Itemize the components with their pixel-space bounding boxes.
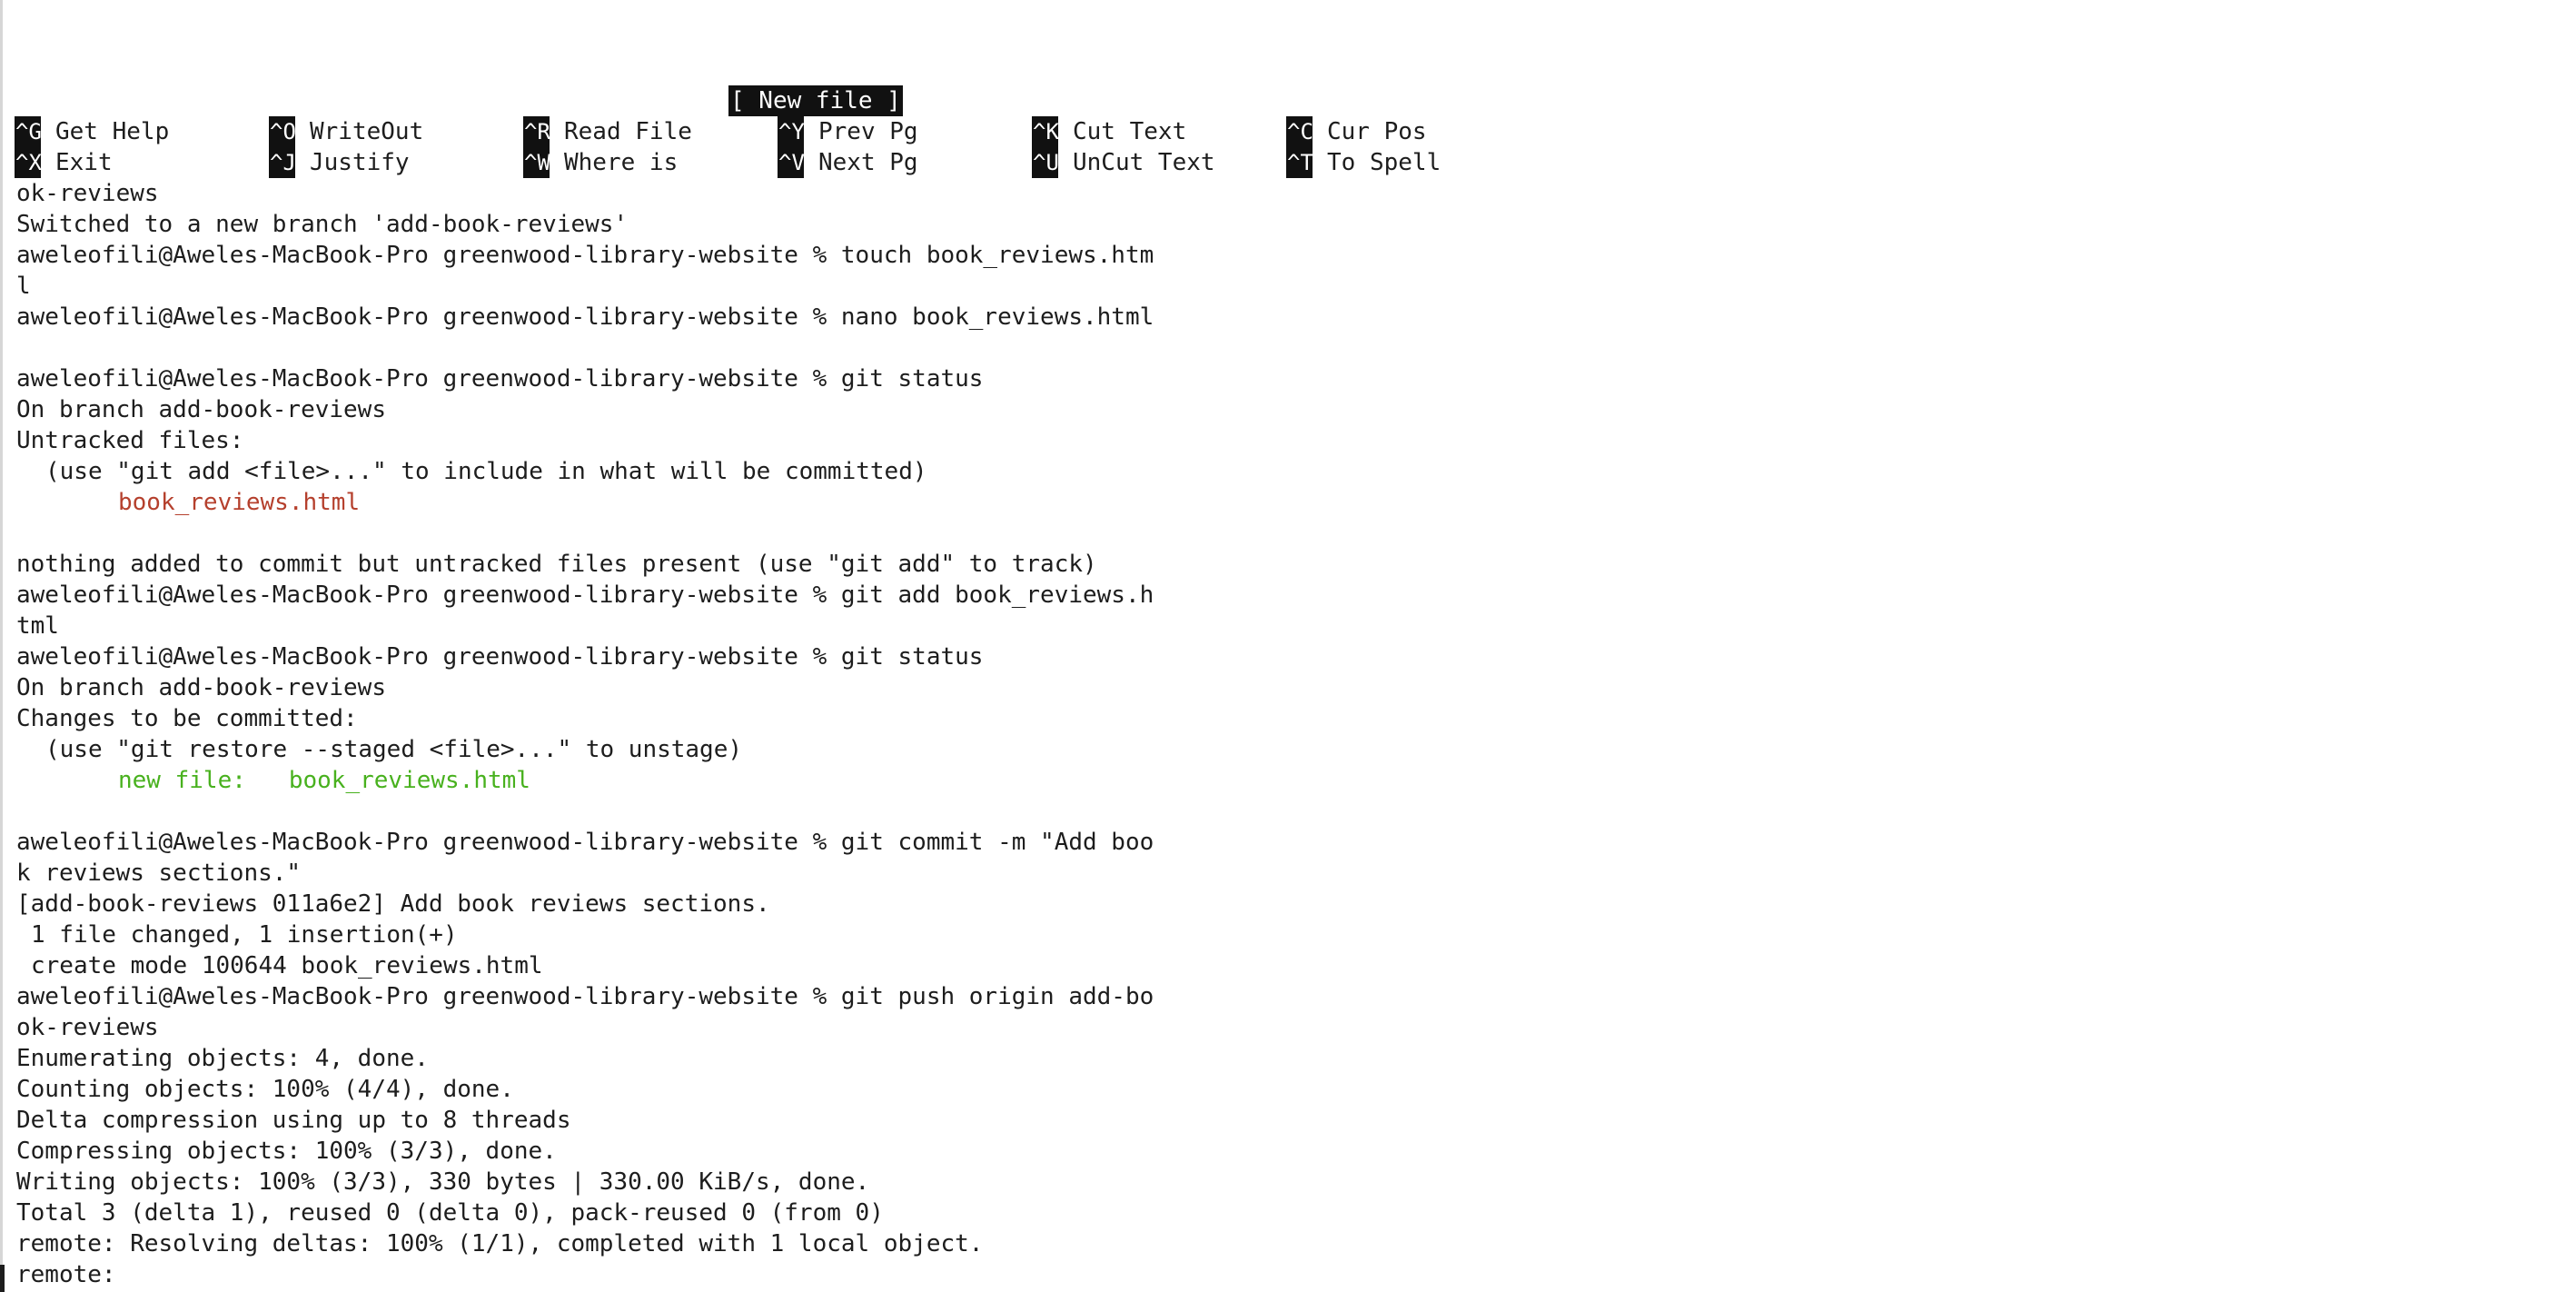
shortcut-key: ^K (1032, 116, 1058, 147)
output-line: On branch add-book-reviews (16, 674, 386, 701)
output-line: Total 3 (delta 1), reused 0 (delta 0), p… (16, 1199, 884, 1227)
shortcut-writeout: ^O WriteOut (269, 116, 423, 147)
shortcut-key: ^W (523, 147, 550, 178)
shortcut-key: ^Y (778, 116, 804, 147)
shortcut-label: WriteOut (310, 118, 424, 145)
output-line: Enumerating objects: 4, done. (16, 1045, 429, 1072)
nano-status-message: [ New file ] (728, 85, 903, 116)
output-line: Untracked files: (16, 427, 244, 454)
shortcut-exit: ^X Exit (15, 147, 113, 178)
shortcut-label: Exit (55, 149, 113, 176)
output-line: On branch add-book-reviews (16, 396, 386, 423)
output-line: ok-reviews (16, 180, 159, 207)
shortcut-key: ^G (15, 116, 41, 147)
output-line: tml (16, 612, 59, 640)
shortcut-label: To Spell (1327, 149, 1442, 176)
command-line: aweleofili@Aweles-MacBook-Pro greenwood-… (16, 983, 1154, 1010)
window-left-edge (0, 0, 3, 1292)
output-line: nothing added to commit but untracked fi… (16, 551, 1097, 578)
output-line: remote: Resolving deltas: 100% (1/1), co… (16, 1230, 984, 1257)
shortcut-key: ^U (1032, 147, 1058, 178)
shortcut-label: UnCut Text (1073, 149, 1215, 176)
shortcut-label: Read File (564, 118, 692, 145)
command-line: aweleofili@Aweles-MacBook-Pro greenwood-… (16, 829, 1154, 856)
output-line: 1 file changed, 1 insertion(+) (31, 921, 458, 949)
shortcut-label: Prev Pg (818, 118, 918, 145)
shortcut-label: Cur Pos (1327, 118, 1427, 145)
shortcut-key: ^R (523, 116, 550, 147)
shortcut-get-help: ^G Get Help (15, 116, 169, 147)
output-line: Counting objects: 100% (4/4), done. (16, 1076, 514, 1103)
output-line: Switched to a new branch 'add-book-revie… (16, 211, 629, 238)
shortcut-key: ^T (1286, 147, 1313, 178)
shortcut-key: ^J (269, 147, 295, 178)
shortcut-key: ^C (1286, 116, 1313, 147)
shortcut-key: ^X (15, 147, 41, 178)
output-line: Delta compression using up to 8 threads (16, 1107, 571, 1134)
output-line: Compressing objects: 100% (3/3), done. (16, 1138, 557, 1165)
shortcut-key: ^O (269, 116, 295, 147)
untracked-file: book_reviews.html (118, 489, 361, 516)
output-line: k reviews sections." (16, 860, 302, 887)
shortcut-cut-text: ^K Cut Text (1032, 116, 1186, 147)
shortcut-justify: ^J Justify (269, 147, 410, 178)
output-line: (use "git add <file>..." to include in w… (45, 458, 927, 485)
shortcut-uncut-text: ^U UnCut Text (1032, 147, 1215, 178)
command-line: aweleofili@Aweles-MacBook-Pro greenwood-… (16, 242, 1154, 269)
command-line: aweleofili@Aweles-MacBook-Pro greenwood-… (16, 643, 984, 671)
output-line: remote: (16, 1261, 116, 1288)
output-line: ok-reviews (16, 1014, 159, 1041)
shortcut-read-file: ^R Read File (523, 116, 692, 147)
command-line: aweleofili@Aweles-MacBook-Pro greenwood-… (16, 365, 984, 393)
output-line: Writing objects: 100% (3/3), 330 bytes |… (16, 1168, 870, 1196)
shortcut-label: Get Help (55, 118, 170, 145)
shortcut-label: Justify (310, 149, 410, 176)
shortcut-label: Where is (564, 149, 679, 176)
shortcut-cur-pos: ^C Cur Pos (1286, 116, 1427, 147)
shortcut-prev-page: ^Y Prev Pg (778, 116, 918, 147)
nano-status-line: [ New file ] (16, 85, 2560, 116)
shortcut-label: Next Pg (818, 149, 918, 176)
terminal-output[interactable]: [ New file ] ^G Get Help ^O WriteOut ^R Rea… (15, 85, 2560, 1290)
shortcut-next-page: ^V Next Pg (778, 147, 918, 178)
command-line: aweleofili@Aweles-MacBook-Pro greenwood-… (16, 581, 1154, 609)
shortcut-key: ^V (778, 147, 804, 178)
staged-file: new file: book_reviews.html (118, 767, 530, 794)
output-line: create mode 100644 book_reviews.html (31, 952, 543, 979)
output-line: (use "git restore --staged <file>..." to… (45, 736, 743, 763)
command-line: aweleofili@Aweles-MacBook-Pro greenwood-… (16, 303, 1154, 331)
nano-shortcut-row-2: ^X Exit ^J Justify ^W Where is ^V Next Pg ^U… (15, 147, 2560, 178)
shortcut-where-is: ^W Where is (523, 147, 678, 178)
shortcut-label: Cut Text (1073, 118, 1187, 145)
output-line: Changes to be committed: (16, 705, 358, 732)
window-edge-marker (0, 1265, 5, 1292)
shortcut-to-spell: ^T To Spell (1286, 147, 1441, 178)
nano-shortcut-row-1: ^G Get Help ^O WriteOut ^R Read File ^Y Prev… (15, 116, 2560, 147)
output-line: l (16, 273, 31, 300)
output-line: [add-book-reviews 011a6e2] Add book revi… (16, 890, 770, 918)
